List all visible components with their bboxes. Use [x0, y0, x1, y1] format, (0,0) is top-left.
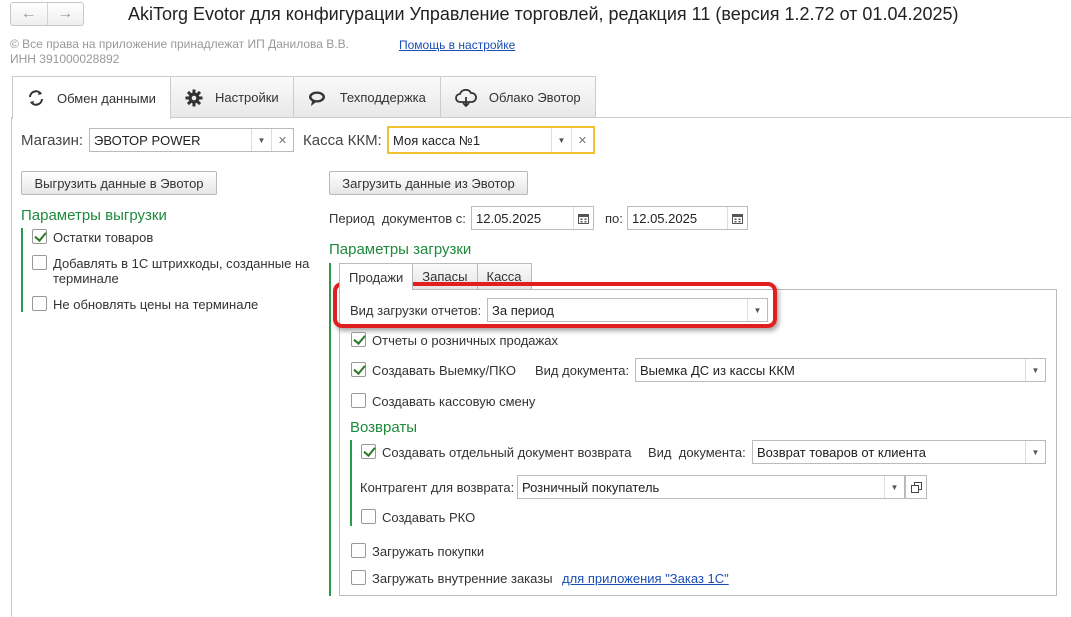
return-doc-type-value: Возврат товаров от клиента	[757, 444, 927, 460]
withdrawal-label: Создавать Выемку/ПКО	[372, 363, 517, 378]
date-from-field[interactable]: 12.05.2025	[471, 206, 594, 230]
kkm-field[interactable]: Моя касса №1 ▼ ✕	[387, 126, 595, 154]
withdrawal-checkbox[interactable]	[351, 362, 366, 377]
counterparty-value: Розничный покупатель	[522, 479, 660, 495]
close-icon[interactable]: ✕	[271, 129, 293, 151]
import-button[interactable]: Загрузить данные из Эвотор	[329, 171, 528, 195]
close-icon[interactable]: ✕	[571, 128, 593, 152]
retail-reports-label: Отчеты о розничных продажах	[372, 333, 558, 348]
help-link[interactable]: Помощь в настройке	[399, 38, 515, 52]
import-section-title: Параметры загрузки	[329, 241, 472, 258]
tab-label: Настройки	[214, 90, 279, 105]
sync-icon	[29, 90, 43, 106]
load-purchases-checkbox[interactable]	[351, 543, 366, 558]
export-button[interactable]: Выгрузить данные в Эвотор	[21, 171, 217, 195]
calendar-icon[interactable]	[573, 207, 593, 229]
import-section-line	[329, 263, 331, 596]
inn-text: ИНН 391000028892	[10, 52, 120, 66]
barcodes-checkbox[interactable]	[32, 255, 47, 270]
tab-cloud[interactable]: Облако Эвотор	[439, 76, 596, 118]
chevron-down-icon[interactable]: ▼	[1025, 359, 1045, 381]
chevron-down-icon[interactable]: ▼	[1025, 441, 1045, 463]
chat-icon	[308, 91, 325, 106]
counterparty-label: Контрагент для возврата:	[360, 480, 515, 495]
doc-type-field[interactable]: Выемка ДС из кассы ККМ ▼	[635, 358, 1046, 382]
window-title: AkiTorg Evotor для конфигурации Управлен…	[128, 4, 959, 24]
tab-label: Обмен данными	[57, 90, 156, 106]
load-orders-checkbox[interactable]	[351, 570, 366, 585]
create-rko-label: Создавать РКО	[382, 510, 476, 525]
doc-type-label: Вид документа:	[535, 363, 630, 378]
export-section-title: Параметры выгрузки	[21, 207, 167, 224]
chevron-down-icon[interactable]: ▼	[551, 128, 571, 152]
no-prices-checkbox[interactable]	[32, 296, 47, 311]
returns-section-line	[350, 440, 352, 526]
kkm-value: Моя касса №1	[393, 132, 481, 148]
chevron-down-icon[interactable]: ▼	[884, 476, 904, 498]
kkm-label: Касса ККМ:	[303, 132, 382, 149]
copyright-text: © Все права на приложение принадлежат ИП…	[10, 37, 349, 51]
date-from-value: 12.05.2025	[476, 210, 542, 226]
tab-support[interactable]: Техподдержка	[292, 76, 441, 118]
create-rko-checkbox[interactable]	[361, 509, 376, 524]
subtab-sales[interactable]: Продажи	[339, 263, 414, 290]
no-prices-label: Не обновлять цены на терминале	[53, 297, 259, 312]
stock-checkbox[interactable]	[32, 229, 47, 244]
gear-icon	[185, 89, 203, 106]
orders-app-link[interactable]: для приложения "Заказ 1С"	[562, 571, 729, 586]
store-field[interactable]: ЭВОТОР POWER ▼ ✕	[89, 128, 294, 152]
chevron-down-icon[interactable]: ▼	[251, 129, 271, 151]
period-label: Период документов с:	[329, 211, 466, 226]
open-icon[interactable]	[905, 475, 927, 499]
return-doc-type-field[interactable]: Возврат товаров от клиента ▼	[752, 440, 1046, 464]
store-label: Магазин:	[21, 132, 84, 149]
retail-reports-checkbox[interactable]	[351, 332, 366, 347]
load-purchases-label: Загружать покупки	[372, 544, 485, 559]
tab-settings[interactable]: Настройки	[169, 76, 294, 118]
separate-return-label: Создавать отдельный документ возврата	[382, 445, 632, 460]
returns-title: Возвраты	[350, 419, 418, 436]
cash-shift-label: Создавать кассовую смену	[372, 394, 536, 409]
to-label: по:	[605, 211, 623, 226]
arrow-right-icon[interactable]: →	[48, 3, 84, 25]
export-section-line	[21, 228, 23, 312]
return-doc-type-label: Вид документа:	[648, 445, 746, 460]
load-orders-label: Загружать внутренние заказы	[372, 571, 553, 586]
arrow-left-icon[interactable]: ←	[11, 3, 48, 25]
calendar-icon[interactable]	[727, 207, 747, 229]
store-value: ЭВОТОР POWER	[94, 132, 201, 148]
tab-label: Техподдержка	[339, 90, 426, 105]
tab-label: Облако Эвотор	[488, 90, 581, 105]
barcodes-label: Добавлять в 1С штрихкоды, созданные на т…	[53, 256, 310, 286]
counterparty-field[interactable]: Розничный покупатель ▼	[517, 475, 905, 499]
date-to-value: 12.05.2025	[632, 210, 698, 226]
cloud-icon	[454, 88, 477, 107]
cash-shift-checkbox[interactable]	[351, 393, 366, 408]
date-to-field[interactable]: 12.05.2025	[627, 206, 748, 230]
stock-label: Остатки товаров	[53, 230, 154, 245]
main-tabs: Обмен данными Настройки Техподдержка Обл…	[12, 76, 596, 119]
separate-return-checkbox[interactable]	[361, 444, 376, 459]
nav-buttons: ← →	[10, 2, 84, 26]
copyright-block: © Все права на приложение принадлежат ИП…	[10, 37, 349, 67]
doc-type-value: Выемка ДС из кассы ККМ	[640, 362, 795, 378]
tab-data-exchange[interactable]: Обмен данными	[12, 76, 171, 119]
